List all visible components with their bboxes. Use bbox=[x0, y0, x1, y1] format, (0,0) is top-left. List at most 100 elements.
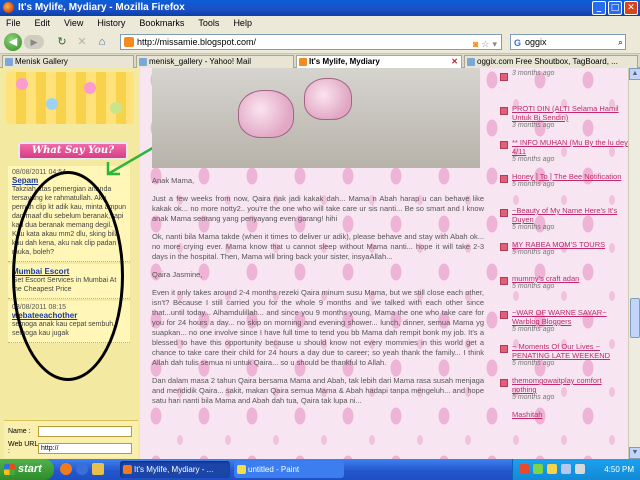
feed-title-link[interactable]: Honey ] To ] The Bee Notification bbox=[512, 172, 628, 181]
post-paragraph: Even it only takes around 2-4 months rez… bbox=[152, 288, 484, 367]
firefox-icon bbox=[123, 465, 132, 474]
feed-timestamp: 5 months ago bbox=[512, 326, 555, 333]
url-bar[interactable]: http://missamie.blogspot.com/ ◙ ☆ ▾ bbox=[120, 34, 502, 50]
reload-icon[interactable]: ↻ bbox=[56, 36, 68, 48]
feed-item[interactable]: themomgowaitplay comfort nothing 5 months… bbox=[498, 376, 628, 408]
maximize-button[interactable]: □ bbox=[608, 1, 622, 15]
feed-title-link[interactable]: PROTI DIN (ALTI Selama Hamil Untuk Bi Se… bbox=[512, 104, 628, 122]
tab-favicon bbox=[467, 58, 475, 66]
menu-tools[interactable]: Tools bbox=[198, 16, 219, 30]
tab-oggix[interactable]: oggix.com Free Shoutbox, TagBoard, ... bbox=[464, 55, 638, 68]
url-dropdown-icon[interactable]: ▾ bbox=[492, 37, 497, 51]
post-paragraph: Qaira Jasmine, bbox=[152, 270, 203, 279]
paint-icon bbox=[237, 465, 246, 474]
task-paint[interactable]: untitled - Paint bbox=[234, 461, 344, 478]
shout-author-link[interactable]: webateeachother bbox=[12, 311, 126, 320]
feed-item[interactable]: ~WAR OF WARNE SAYAR~ Warblog Bloggers 5 m… bbox=[498, 308, 628, 340]
tray-volume-icon[interactable] bbox=[561, 464, 571, 474]
feed-item[interactable]: mummy's craft adan 5 months ago bbox=[498, 274, 628, 306]
feed-timestamp: 5 months ago bbox=[512, 394, 555, 401]
feed-title-link[interactable]: ~ Moments Of Our Lives ~ PENATING LATE W… bbox=[512, 342, 628, 360]
feed-bullet-icon bbox=[500, 379, 508, 387]
tab-label: It's Mylife, Mydiary bbox=[309, 57, 380, 66]
feed-bullet-icon bbox=[500, 141, 508, 149]
feed-title-link[interactable]: themomgowaitplay comfort nothing bbox=[512, 376, 628, 394]
quicklaunch-firefox-icon[interactable] bbox=[60, 463, 72, 475]
tab-close-icon[interactable]: ✕ bbox=[451, 56, 458, 68]
url-field[interactable] bbox=[38, 442, 132, 454]
minimize-button[interactable]: _ bbox=[592, 1, 606, 15]
feed-item[interactable]: ** INFO MUHAN (Mu By the lu dey 4/11 5 mo… bbox=[498, 138, 628, 170]
name-field[interactable] bbox=[38, 425, 132, 437]
search-bar[interactable]: G oggix ⌕ bbox=[510, 34, 626, 50]
feed-title-link[interactable]: MY RABEA MOM'S TOURS bbox=[512, 240, 628, 249]
scroll-down-arrow-icon[interactable]: ▼ bbox=[629, 447, 640, 459]
tab-mylife-mydiary[interactable]: It's Mylife, Mydiary ✕ bbox=[296, 55, 462, 68]
feed-bullet-icon bbox=[500, 107, 508, 115]
forward-arrow-icon[interactable]: ▶ bbox=[24, 35, 44, 49]
firefox-icon bbox=[3, 2, 14, 13]
tab-yahoo-mail[interactable]: menisk_gallery - Yahoo! Mail bbox=[136, 55, 294, 68]
window-controls: _ □ ✕ bbox=[592, 1, 638, 15]
menu-help[interactable]: Help bbox=[233, 16, 252, 30]
feed-bullet-icon bbox=[500, 209, 508, 217]
scroll-up-arrow-icon[interactable]: ▲ bbox=[629, 68, 640, 80]
stop-icon[interactable]: ✕ bbox=[76, 36, 88, 48]
feed-timestamp: 5 months ago bbox=[512, 360, 555, 367]
tray-safely-remove-icon[interactable] bbox=[575, 464, 585, 474]
flower-icon bbox=[110, 102, 122, 114]
search-input[interactable]: oggix bbox=[525, 37, 547, 47]
quicklaunch-folder-icon[interactable] bbox=[92, 463, 104, 475]
feed-title-link[interactable]: ~WAR OF WARNE SAYAR~ Warblog Bloggers bbox=[512, 308, 628, 326]
tray-messenger-icon[interactable] bbox=[547, 464, 557, 474]
bookmark-star-icon[interactable]: ☆ bbox=[481, 37, 489, 51]
feed-bullet-icon bbox=[500, 277, 508, 285]
search-icon[interactable]: ⌕ bbox=[618, 35, 623, 49]
feed-item[interactable]: ~ Moments Of Our Lives ~ PENATING LATE W… bbox=[498, 342, 628, 374]
url-actions: ◙ ☆ ▾ bbox=[473, 37, 497, 51]
menu-bookmarks[interactable]: Bookmarks bbox=[139, 16, 184, 30]
tray-network-icon[interactable] bbox=[533, 464, 543, 474]
feed-item[interactable]: PROTI DIN (ALTI Selama Hamil Untuk Bi Se… bbox=[498, 104, 628, 136]
shout-author-link[interactable]: Mumbai Escort bbox=[12, 267, 126, 276]
back-arrow-icon[interactable]: ◀ bbox=[4, 33, 22, 51]
feed-item[interactable]: ~Beauty of My Name Here's It's Duyen 5 mo… bbox=[498, 206, 628, 238]
feed-item[interactable]: Mashitah bbox=[498, 410, 628, 442]
scroll-thumb[interactable] bbox=[630, 298, 640, 338]
menu-file[interactable]: File bbox=[6, 16, 21, 30]
menu-history[interactable]: History bbox=[97, 16, 125, 30]
tab-label: Menisk Gallery bbox=[15, 57, 68, 66]
feed-title-link[interactable]: ~Beauty of My Name Here's It's Duyen bbox=[512, 206, 628, 224]
shout-item: Mumbai Escort Get Escort Services in Mum… bbox=[8, 264, 130, 299]
close-button[interactable]: ✕ bbox=[624, 1, 638, 15]
annotation-arrow-icon bbox=[106, 144, 157, 176]
quicklaunch-ie-icon[interactable] bbox=[76, 463, 88, 475]
feed-title-link[interactable]: mummy's craft adan bbox=[512, 274, 628, 283]
window-titlebar: It's Mylife, Mydiary - Mozilla Firefox _… bbox=[0, 0, 640, 16]
task-firefox[interactable]: It's Mylife, Mydiary - ... bbox=[120, 461, 230, 478]
task-label: It's Mylife, Mydiary - ... bbox=[134, 465, 214, 474]
search-engine-icon[interactable]: G bbox=[514, 36, 521, 50]
flower-icon bbox=[16, 78, 28, 90]
feed-item[interactable]: 3 months ago bbox=[498, 70, 628, 102]
feed-bullet-icon bbox=[500, 175, 508, 183]
feed-timestamp: 3 months ago bbox=[512, 70, 555, 77]
shout-message: semoga anak kau cepat sembuh, semoga kau… bbox=[12, 321, 116, 337]
tray-antivirus-icon[interactable] bbox=[519, 464, 529, 474]
tab-menisk-gallery[interactable]: Menisk Gallery bbox=[2, 55, 134, 68]
feed-title-link[interactable]: Mashitah bbox=[512, 410, 628, 419]
menu-edit[interactable]: Edit bbox=[35, 16, 51, 30]
feed-title-link[interactable]: ** INFO MUHAN (Mu By the lu dey 4/11 bbox=[512, 138, 628, 156]
start-button[interactable]: start bbox=[0, 459, 54, 480]
home-icon[interactable]: ⌂ bbox=[96, 36, 108, 48]
menu-view[interactable]: View bbox=[64, 16, 83, 30]
site-favicon bbox=[124, 37, 134, 47]
rss-feed-icon[interactable]: ◙ bbox=[473, 37, 478, 51]
feed-item[interactable]: Honey ] To ] The Bee Notification 5 month… bbox=[498, 172, 628, 204]
task-label: untitled - Paint bbox=[248, 465, 300, 474]
feed-item[interactable]: MY RABEA MOM'S TOURS 5 months ago bbox=[498, 240, 628, 272]
tab-favicon bbox=[5, 58, 13, 66]
shoutbox-list[interactable]: 08/08/2011 04:54 Sepam Takziah atas peme… bbox=[8, 166, 130, 428]
page-scrollbar[interactable]: ▲ ▼ bbox=[628, 68, 640, 459]
post-paragraph: Just a few weeks from now, Qaira nak jad… bbox=[152, 194, 484, 223]
